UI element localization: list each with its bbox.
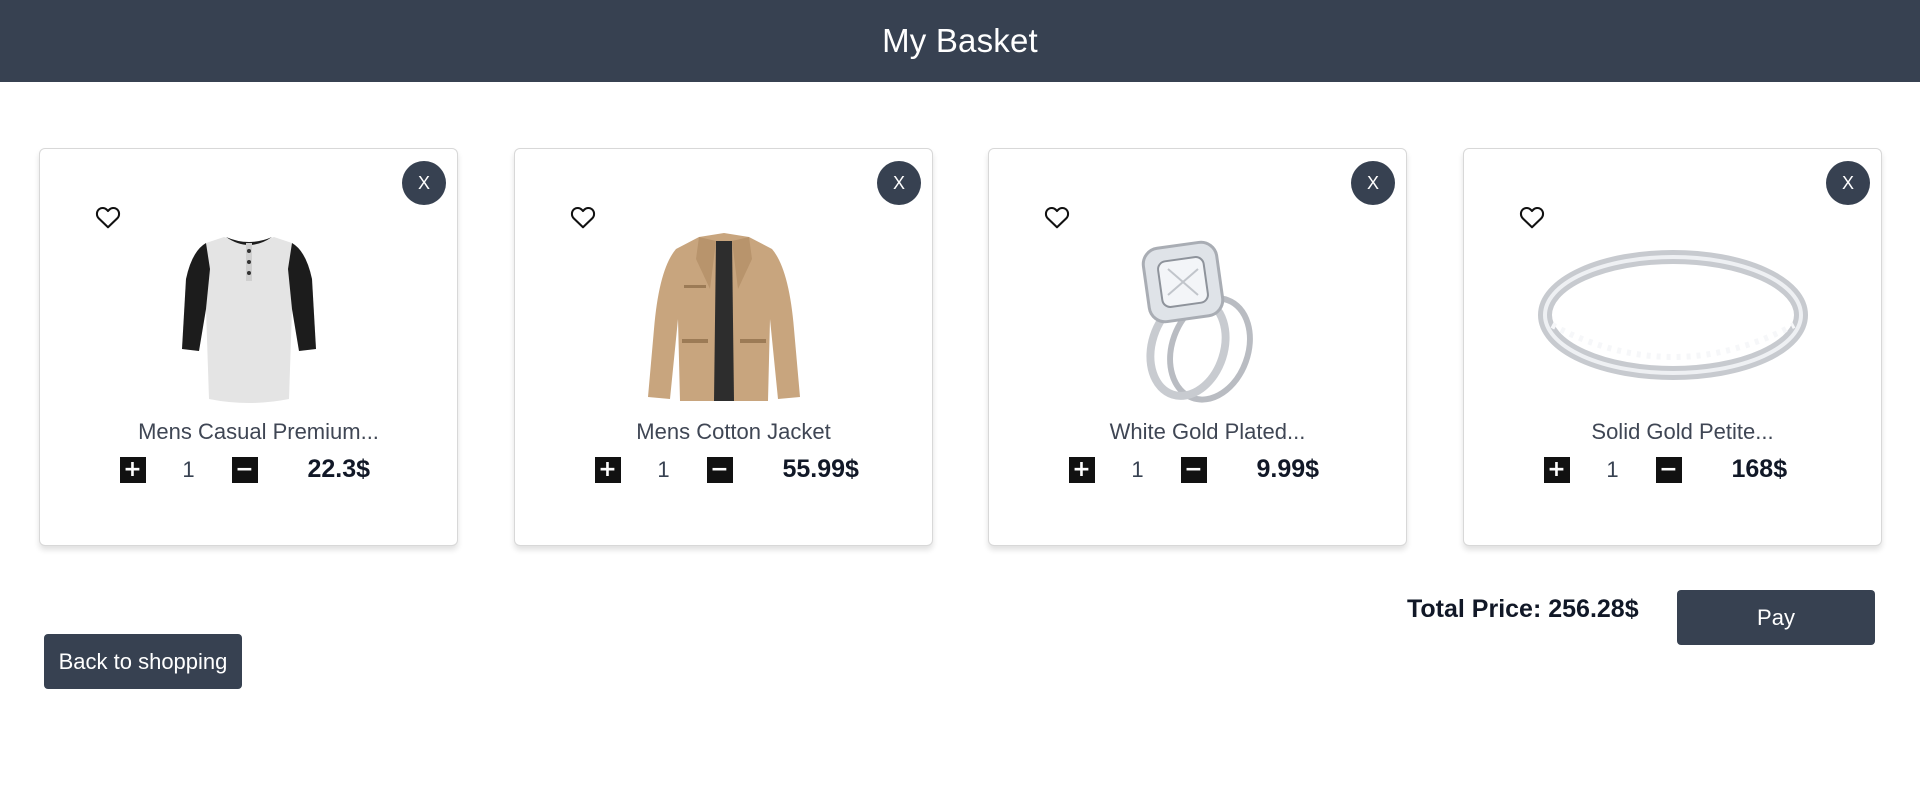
product-image-ring-set	[1103, 227, 1293, 407]
quantity-controls: + 1 − 9.99$	[989, 455, 1406, 484]
heart-icon[interactable]	[1519, 205, 1545, 229]
minus-icon[interactable]: −	[1180, 456, 1207, 483]
plus-icon[interactable]: +	[594, 456, 621, 483]
minus-icon[interactable]: −	[706, 456, 733, 483]
product-image-jacket	[629, 227, 819, 407]
quantity-controls: + 1 − 22.3$	[40, 455, 457, 484]
product-image-band-ring	[1537, 227, 1808, 407]
plus-icon[interactable]: +	[1543, 456, 1570, 483]
product-image-tshirt	[154, 227, 344, 407]
pay-button[interactable]: Pay	[1677, 590, 1875, 645]
product-name: Mens Cotton Jacket	[636, 419, 831, 444]
remove-item-button[interactable]: X	[1351, 161, 1395, 205]
total-price: Total Price: 256.28$	[1407, 595, 1639, 623]
quantity-controls: + 1 − 168$	[1464, 455, 1881, 484]
remove-item-button[interactable]: X	[877, 161, 921, 205]
basket-item-card: X Solid Gold Petite... + 1 − 168$	[1463, 148, 1882, 546]
quantity-value: 1	[182, 456, 195, 482]
remove-item-button[interactable]: X	[1826, 161, 1870, 205]
basket-items: X Mens Casual Premium... + 1 − 22.3$ X M…	[39, 148, 1882, 546]
minus-icon[interactable]: −	[1655, 456, 1682, 483]
product-name: White Gold Plated...	[1109, 419, 1306, 444]
basket-item-card: X White Gold Plated... + 1 − 9.99$	[988, 148, 1407, 546]
plus-icon[interactable]: +	[1068, 456, 1095, 483]
minus-icon[interactable]: −	[231, 456, 258, 483]
heart-icon[interactable]	[95, 205, 121, 229]
page-title: My Basket	[882, 22, 1038, 59]
back-to-shopping-button[interactable]: Back to shopping	[44, 634, 242, 689]
heart-icon[interactable]	[570, 205, 596, 229]
quantity-value: 1	[1131, 456, 1144, 482]
product-name: Mens Casual Premium...	[138, 419, 379, 444]
quantity-value: 1	[657, 456, 670, 482]
heart-icon[interactable]	[1044, 205, 1070, 229]
quantity-controls: + 1 − 55.99$	[515, 455, 932, 484]
quantity-value: 1	[1606, 456, 1619, 482]
product-price: 55.99$	[782, 455, 859, 483]
basket-item-card: X Mens Casual Premium... + 1 − 22.3$	[39, 148, 458, 546]
plus-icon[interactable]: +	[119, 456, 146, 483]
product-price: 22.3$	[307, 455, 371, 483]
product-name: Solid Gold Petite...	[1591, 419, 1774, 444]
page-header: My Basket	[0, 0, 1920, 82]
basket-item-card: X Mens Cotton Jacket + 1 − 55.99$	[514, 148, 933, 546]
remove-item-button[interactable]: X	[402, 161, 446, 205]
product-price: 9.99$	[1256, 455, 1320, 483]
product-price: 168$	[1731, 455, 1788, 483]
